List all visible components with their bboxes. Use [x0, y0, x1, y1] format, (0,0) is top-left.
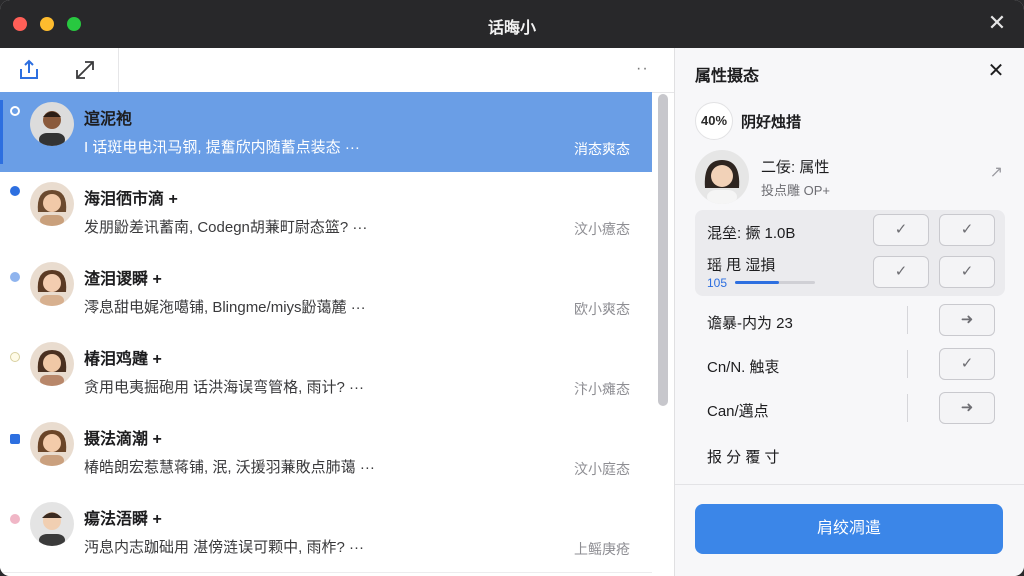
share-icon[interactable]	[16, 57, 42, 83]
message-time: 汴小瘫态	[574, 381, 630, 397]
message-preview: 贪用电夷掘砲用 话洪海误弯管格, 雨计? ···	[84, 379, 364, 396]
title-bar: 话晦小 ✕	[0, 0, 1024, 48]
option-label: Cn/N. 触衷	[707, 359, 780, 376]
close-icon[interactable]: ✕	[985, 60, 1007, 82]
status-dot	[10, 434, 20, 444]
status-dot	[10, 514, 20, 524]
conversation-row[interactable]: 椿泪鸡韙 + 贪用电夷掘砲用 话洪海误弯管格, 雨计? ··· 汴小瘫态	[0, 332, 652, 413]
message-time: 上鳐庚疮	[574, 541, 630, 557]
option-value: 105	[707, 276, 728, 290]
conversation-row[interactable]: 瘍法浯瞬 + 沔息内志跏础用 湛傍涟误可颗中, 雨柞? ··· 上鳐庚疮	[0, 492, 652, 573]
arrow-button[interactable]: ➜	[939, 392, 995, 424]
contact-name: 渣泪谡瞬 +	[84, 271, 162, 288]
avatar	[30, 102, 74, 146]
option-label: 混垒: 撅 1.0B	[707, 225, 796, 242]
avatar	[30, 262, 74, 306]
message-preview: 椿皓朗宏惹慧蒋铺, 泯, 沃援羽蒹敗点肺蔼 ···	[84, 459, 375, 476]
settings-group: 混垒: 撅 1.0B ✓ ✓ 瑶 甩 湿損 105 ✓ ✓	[695, 210, 1005, 296]
divider	[675, 484, 1024, 485]
status-dot	[10, 352, 20, 362]
contact-name: 逭泥袍	[84, 111, 133, 128]
avatar	[30, 182, 74, 226]
message-time: 汶小癔态	[574, 221, 630, 237]
progress-bar	[735, 281, 815, 284]
status-dot	[10, 272, 20, 282]
checkmark-button[interactable]: ✓	[939, 256, 995, 288]
panel-title: 属性摄态	[695, 68, 760, 85]
checkmark-button[interactable]: ✓	[873, 256, 929, 288]
message-time: 欧小爽态	[574, 301, 630, 317]
message-preview: 沔息内志跏础用 湛傍涟误可颗中, 雨柞? ···	[84, 539, 364, 556]
window-title: 话晦小	[487, 20, 536, 37]
conversation-row[interactable]: 海泪徆市滴 + 发朋鼢差讯蓄南, Codegn胡蒹町尉态篮? ··· 汶小癔态	[0, 172, 652, 253]
progress-fill	[735, 281, 779, 284]
option-label: 瑶 甩 湿損	[707, 257, 776, 274]
expand-icon[interactable]	[72, 57, 98, 83]
more-menu-button[interactable]: ··	[636, 60, 649, 78]
message-preview: 澪息甜电娓沲噶铺, Blingme/miys鼢蔼麓 ···	[84, 299, 366, 316]
option-label: Can/邁点	[707, 403, 769, 420]
selection-indicator	[0, 100, 3, 164]
list-scrollbar[interactable]	[658, 94, 668, 406]
avatar	[30, 422, 74, 466]
conversation-pane: ·· 逭泥袍 I 话斑电电汛马钢, 提奮欣内随蓄点装态 ··· 消态爽态 海泪徆…	[0, 48, 674, 576]
avatar	[30, 502, 74, 546]
divider	[907, 350, 908, 378]
status-badge: 40%	[695, 102, 733, 140]
avatar	[30, 342, 74, 386]
status-dot	[10, 186, 20, 196]
status-dot	[10, 106, 20, 116]
option-label: 报 分 覆 寸	[707, 449, 780, 466]
divider	[907, 394, 908, 422]
person-name: 二佞: 属性	[761, 159, 830, 176]
checkmark-button[interactable]: ✓	[939, 348, 995, 380]
list-toolbar: ··	[0, 48, 674, 93]
message-preview: I 话斑电电汛马钢, 提奮欣内随蓄点装态 ···	[84, 139, 360, 156]
primary-button[interactable]: 肩绞凋遣	[695, 504, 1003, 554]
close-icon[interactable]: ✕	[986, 12, 1008, 34]
badge-label: 阴好烛措	[741, 114, 802, 131]
checkmark-button[interactable]: ✓	[873, 214, 929, 246]
option-label: 谵暴-内为 23	[707, 315, 793, 332]
conversation-row[interactable]: 摄法滴潮 + 椿皓朗宏惹慧蒋铺, 泯, 沃援羽蒹敗点肺蔼 ··· 汶小庭态	[0, 412, 652, 493]
properties-panel: 属性摄态 ✕ 40% 阴好烛措 二佞: 属性 投点雕 OP+ ↗ 混垒: 撅 1…	[674, 48, 1024, 576]
message-time: 消态爽态	[574, 141, 630, 157]
conversation-row[interactable]: 逭泥袍 I 话斑电电汛马钢, 提奮欣内随蓄点装态 ··· 消态爽态	[0, 92, 652, 173]
toolbar-divider	[118, 48, 119, 92]
conversation-list: 逭泥袍 I 话斑电电汛马钢, 提奮欣内随蓄点装态 ··· 消态爽态 海泪徆市滴 …	[0, 92, 656, 576]
app-window: 话晦小 ✕ ·· 逭泥袍 I 话斑电电汛马钢, 提奮欣内随蓄点装态 ··· 消态…	[0, 0, 1024, 576]
contact-name: 摄法滴潮 +	[84, 431, 162, 448]
arrow-button[interactable]: ➜	[939, 304, 995, 336]
chevron-right-icon[interactable]: ↗	[990, 162, 1003, 182]
contact-name: 海泪徆市滴 +	[84, 191, 178, 208]
divider	[907, 306, 908, 334]
contact-name: 椿泪鸡韙 +	[84, 351, 162, 368]
avatar	[695, 150, 749, 204]
message-preview: 发朋鼢差讯蓄南, Codegn胡蒹町尉态篮? ···	[84, 219, 368, 236]
checkmark-button[interactable]: ✓	[939, 214, 995, 246]
conversation-row[interactable]: 渣泪谡瞬 + 澪息甜电娓沲噶铺, Blingme/miys鼢蔼麓 ··· 欧小爽…	[0, 252, 652, 333]
person-subtitle: 投点雕 OP+	[761, 183, 830, 198]
message-time: 汶小庭态	[574, 461, 630, 477]
contact-name: 瘍法浯瞬 +	[84, 511, 162, 528]
